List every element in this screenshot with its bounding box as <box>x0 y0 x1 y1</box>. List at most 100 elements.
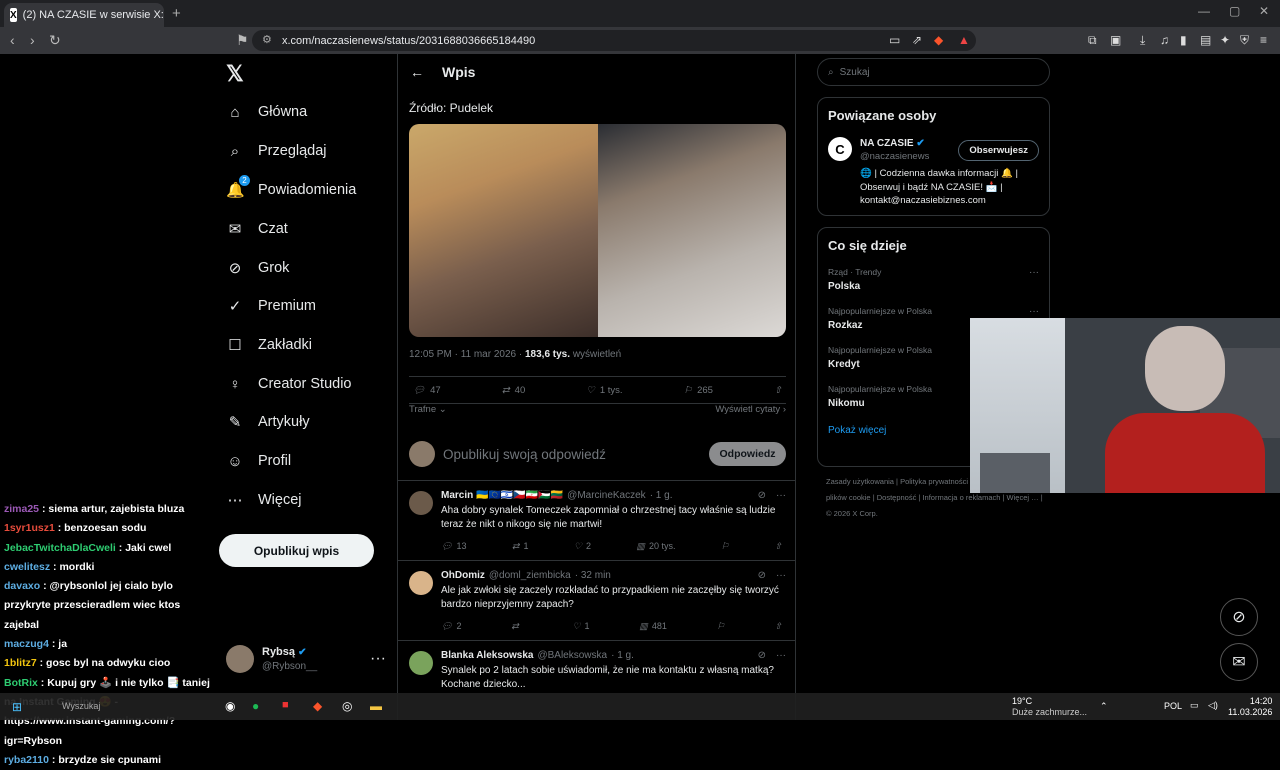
grok-explain-icon[interactable]: ⊘ <box>758 490 766 501</box>
like-action[interactable]: ♡ 1 tys. <box>586 385 622 396</box>
x-logo-icon[interactable]: 𝕏 <box>226 61 244 87</box>
brave-icon[interactable]: ◆ <box>313 699 322 713</box>
more-icon[interactable]: ··· <box>776 490 786 501</box>
reply-handle[interactable]: @MarcineKaczek <box>567 490 646 501</box>
reply-input[interactable]: Opublikuj swoją odpowiedź <box>443 447 701 462</box>
more-icon[interactable]: ··· <box>1029 306 1039 317</box>
taskbar-search[interactable]: Wyszukaj <box>62 701 100 711</box>
nav-item-2[interactable]: 🔔 2 Powiadomienia <box>226 175 356 202</box>
media-image-left[interactable] <box>409 124 598 337</box>
follow-button[interactable]: Obserwujesz <box>958 139 1039 161</box>
network-icon[interactable]: ▭ <box>1190 700 1199 711</box>
app-icon[interactable]: ◎ <box>342 699 352 713</box>
avatar[interactable] <box>409 651 433 675</box>
back-arrow-icon[interactable]: ← <box>410 64 424 80</box>
grok-fab-icon[interactable]: ⊘ <box>1220 598 1258 636</box>
nav-item-9[interactable]: ☺ Profil <box>226 449 291 473</box>
nav-item-6[interactable]: ☐ Zakładki <box>226 333 312 357</box>
chat-username[interactable]: maczug4 <box>4 638 49 650</box>
grok-explain-icon[interactable]: ⊘ <box>758 650 766 661</box>
address-bar[interactable]: ⚙ x.com/naczasienews/status/203168803666… <box>252 30 976 51</box>
media-image-right[interactable] <box>597 124 786 337</box>
nav-item-1[interactable]: ⌕ Przeglądaj <box>226 139 327 163</box>
reply-action[interactable]: 💬︎ 47 <box>413 385 441 396</box>
vpn-icon[interactable]: ⛨ <box>1240 33 1249 48</box>
repost-action[interactable]: ⇄ 1 <box>512 541 529 552</box>
nav-item-10[interactable]: ⋯ Więcej <box>226 488 302 512</box>
reply-button[interactable]: Odpowiedz <box>709 442 786 466</box>
reply-post[interactable]: OhDomiz @doml_ziembicka · 32 min ⊘ ··· Ale ja… <box>398 561 795 641</box>
minimize-icon[interactable]: — <box>1198 4 1210 18</box>
reply-post[interactable]: Marcin 🇺🇦🇪🇺🇮🇱🇨🇿🇮🇷🇵🇸🇱🇹 @MarcineKaczek · 1 g… <box>398 481 795 561</box>
footer-link[interactable]: Zasady użytkowania <box>826 477 894 486</box>
related-name[interactable]: NA CZASIE <box>860 138 914 149</box>
brave-rewards-icon[interactable]: ▲ <box>958 33 970 47</box>
view-quotes-link[interactable]: Wyświetl cytaty › <box>715 404 786 415</box>
extensions-icon[interactable]: ⧉ <box>1088 33 1097 48</box>
footer-link[interactable]: Dostępność <box>877 493 917 502</box>
cast-icon[interactable]: ▭ <box>889 33 900 47</box>
post-media[interactable] <box>409 124 786 337</box>
share-action[interactable]: ⇧ <box>774 541 782 552</box>
more-icon[interactable]: ··· <box>776 650 786 661</box>
reply-author[interactable]: Blanka Aleksowska <box>441 650 533 661</box>
bookmark-page-icon[interactable]: ⚑ <box>236 32 249 49</box>
nav-item-5[interactable]: ✓ Premium <box>226 294 316 318</box>
nav-item-4[interactable]: ⊘ Grok <box>226 256 290 280</box>
chat-username[interactable]: 1syr1usz1 <box>4 522 55 534</box>
browser-tab[interactable]: X (2) NA CZASIE w serwisie X: „... ✕ <box>4 3 164 27</box>
share-icon[interactable]: ⇗ <box>912 33 922 47</box>
reply-author[interactable]: OhDomiz <box>441 570 485 581</box>
site-info-icon[interactable]: ⚙ <box>262 33 272 46</box>
chat-username[interactable]: davaxo <box>4 580 40 592</box>
reply-handle[interactable]: @BAleksowska <box>537 650 607 661</box>
forward-icon[interactable]: › <box>30 32 35 48</box>
bookmark-action[interactable]: ⚐ <box>717 621 725 632</box>
reply-action[interactable]: 💬︎ 13 <box>441 541 466 552</box>
discord-icon[interactable]: ◉ <box>225 699 235 713</box>
search-input[interactable]: ⌕ Szukaj <box>817 58 1050 86</box>
maximize-icon[interactable]: ▢ <box>1229 4 1240 18</box>
chat-username[interactable]: zima25 <box>4 503 39 515</box>
language-indicator[interactable]: POL <box>1164 701 1182 711</box>
footer-link[interactable]: Polityka prywatności <box>900 477 968 486</box>
nav-item-0[interactable]: ⌂ Główna <box>226 100 307 124</box>
reply-author[interactable]: Marcin 🇺🇦🇪🇺🇮🇱🇨🇿🇮🇷🇵🇸🇱🇹 <box>441 490 563 501</box>
menu-icon[interactable]: ≡ <box>1260 33 1267 47</box>
avatar[interactable] <box>409 571 433 595</box>
footer-link[interactable]: Więcej … <box>1007 493 1039 502</box>
grok-explain-icon[interactable]: ⊘ <box>758 570 766 581</box>
nav-item-8[interactable]: ✎ Artykuły <box>226 410 310 434</box>
account-switcher[interactable]: Rybsą ✔ @Rybson__ ··· <box>226 642 386 676</box>
tabs-icon[interactable]: ▤ <box>1200 33 1211 47</box>
chat-username[interactable]: cwelitesz <box>4 561 50 573</box>
naczasie-logo-icon[interactable]: C <box>828 137 852 161</box>
sidebar-icon[interactable]: ▮ <box>1180 33 1187 47</box>
more-icon[interactable]: ··· <box>1029 267 1039 278</box>
views-action[interactable]: ▥ 481 <box>639 621 667 632</box>
trend-item[interactable]: Rząd · Trendy ··· Polska <box>828 267 1039 292</box>
download-icon[interactable]: ⤓ <box>1140 33 1145 48</box>
reload-icon[interactable]: ↻ <box>49 32 61 49</box>
obs-icon[interactable]: ■ <box>282 699 289 711</box>
sort-dropdown[interactable]: Trafne ⌄ <box>409 404 447 415</box>
chat-username[interactable]: 1blitz7 <box>4 657 37 669</box>
like-action[interactable]: ♡ 1 <box>572 621 589 632</box>
weather-widget[interactable]: 19°C Duże zachmurze... <box>990 696 1087 718</box>
footer-link[interactable]: Informacja o reklamach <box>922 493 1000 502</box>
views-action[interactable]: ▥ 20 tys. <box>636 541 675 552</box>
avatar[interactable] <box>409 491 433 515</box>
repost-action[interactable]: ⇄ 40 <box>502 385 526 396</box>
like-action[interactable]: ♡ 2 <box>574 541 591 552</box>
more-icon[interactable]: ··· <box>776 570 786 581</box>
chat-username[interactable]: JebacTwitchaDlaCweli <box>4 542 116 554</box>
share-action[interactable]: ⇧ <box>774 385 782 396</box>
nav-item-7[interactable]: ♀ Creator Studio <box>226 372 351 396</box>
tray-expand-icon[interactable]: ⌃ <box>1100 701 1108 712</box>
chat-username[interactable]: BotRix <box>4 677 38 689</box>
nav-item-3[interactable]: ✉ Czat <box>226 217 288 241</box>
reply-action[interactable]: 💬︎ 2 <box>441 621 461 632</box>
share-action[interactable]: ⇧ <box>774 621 782 632</box>
back-icon[interactable]: ‹ <box>10 32 15 48</box>
leo-icon[interactable]: ✦ <box>1220 33 1230 47</box>
